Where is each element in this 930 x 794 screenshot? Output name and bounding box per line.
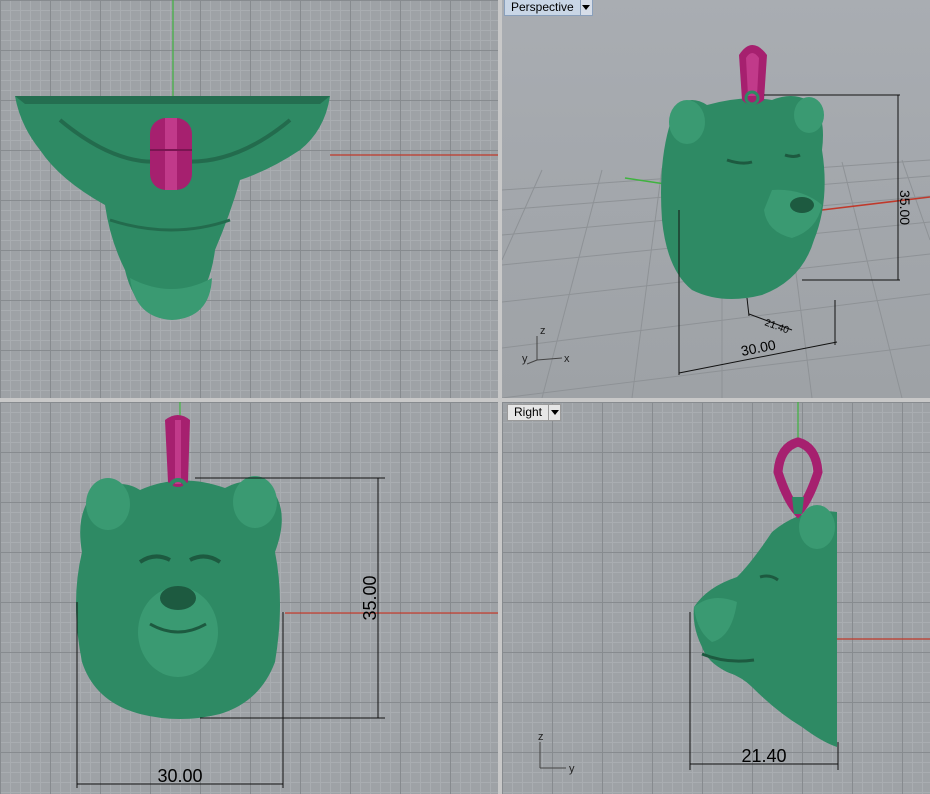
perspective-view-canvas: 35.00 30.00 21.40 z x y: [502, 45, 930, 398]
axis-gizmo-right: [539, 742, 566, 769]
front-view-canvas: 35.00 30.00: [76, 402, 498, 788]
right-view-canvas: 21.40 z y: [538, 402, 930, 775]
viewport-right[interactable]: 21.40 z y Right: [502, 402, 930, 794]
chevron-down-icon[interactable]: [549, 403, 562, 421]
viewport-title[interactable]: Perspective: [504, 0, 581, 16]
axis-label-x: x: [564, 353, 570, 365]
dim-width-front: 30.00: [157, 766, 202, 786]
axis-label-z: z: [540, 325, 546, 337]
axis-label-z: z: [538, 731, 544, 743]
viewport-top[interactable]: [0, 0, 498, 398]
axis-label-y: y: [569, 763, 575, 775]
dim-height-perspective: 35.00: [897, 190, 913, 225]
dim-height-front: 35.00: [360, 575, 380, 620]
axis-label-y: y: [522, 353, 528, 365]
viewport-title[interactable]: Right: [507, 403, 550, 421]
top-view-canvas: [15, 0, 498, 320]
viewport-tab-perspective[interactable]: Perspective: [504, 0, 593, 16]
dim-depth-right: 21.40: [741, 746, 786, 766]
viewport-tab-right[interactable]: Right: [507, 403, 562, 421]
dim-width-perspective: 30.00: [740, 337, 778, 359]
dim-depth-perspective: 21.40: [763, 317, 791, 336]
viewport-front[interactable]: 35.00 30.00: [0, 402, 498, 794]
chevron-down-icon[interactable]: [580, 0, 593, 16]
viewport-perspective[interactable]: 35.00 30.00 21.40 z x y Perspective: [502, 0, 930, 398]
